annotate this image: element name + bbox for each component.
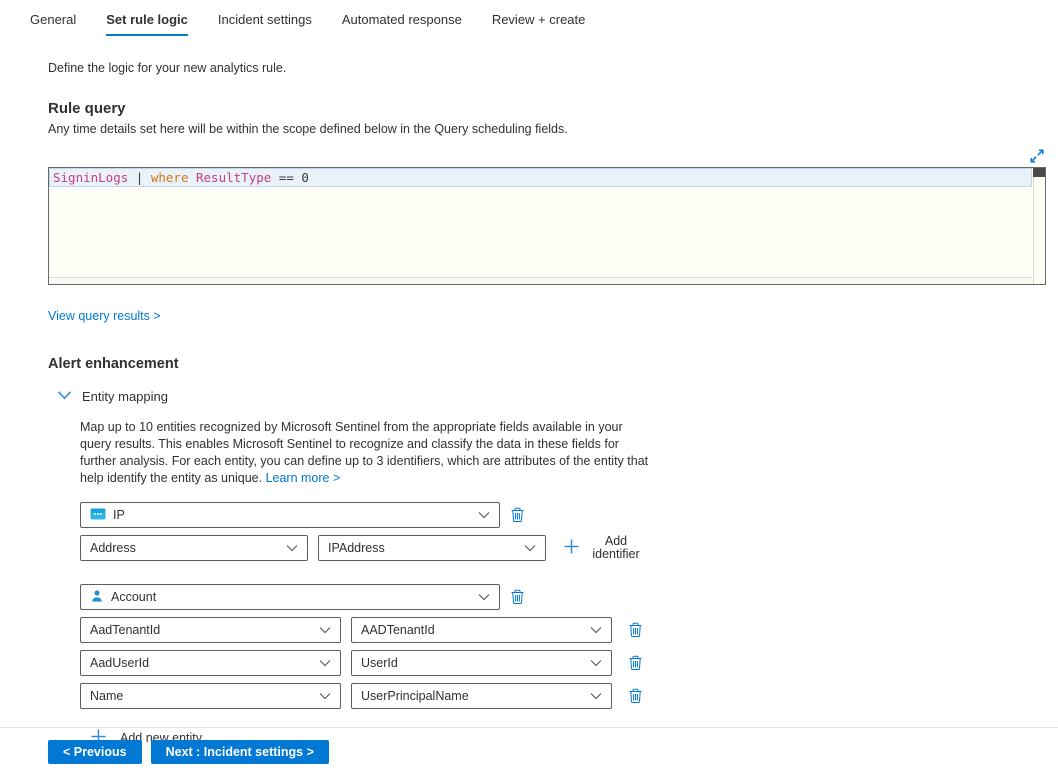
code-token-column: ResultType bbox=[188, 170, 278, 185]
footer-divider bbox=[0, 727, 1058, 728]
code-token-keyword: where bbox=[151, 170, 189, 185]
editor-scrollbar-thumb[interactable] bbox=[1033, 168, 1045, 177]
next-button[interactable]: Next : Incident settings > bbox=[151, 740, 329, 764]
delete-entity-button[interactable] bbox=[508, 506, 526, 524]
identifier-row: Name UserPrincipalName bbox=[80, 683, 1058, 709]
chevron-down-icon bbox=[524, 541, 536, 555]
identifier-column-value: IPAddress bbox=[328, 541, 385, 555]
code-token-operator: == bbox=[279, 170, 294, 185]
view-query-results-link[interactable]: View query results > bbox=[48, 309, 161, 323]
wizard-tabbar: General Set rule logic Incident settings… bbox=[0, 0, 1058, 36]
entity-mapping-description-text: Map up to 10 entities recognized by Micr… bbox=[80, 420, 648, 485]
identifier-column-value: AADTenantId bbox=[361, 623, 435, 637]
entity-type-dropdown-ip[interactable]: IP bbox=[80, 502, 500, 528]
chevron-down-icon bbox=[590, 623, 602, 637]
code-token-table: SigninLogs bbox=[53, 170, 128, 185]
account-entity-icon bbox=[90, 589, 104, 606]
chevron-down-icon bbox=[319, 623, 331, 637]
expand-editor-icon[interactable] bbox=[1028, 147, 1046, 165]
identifier-field-value: AadUserId bbox=[90, 656, 149, 670]
tab-set-rule-logic[interactable]: Set rule logic bbox=[106, 12, 188, 36]
identifier-column-dropdown[interactable]: AADTenantId bbox=[351, 617, 612, 643]
entity-mapping-description: Map up to 10 entities recognized by Micr… bbox=[80, 419, 656, 487]
chevron-down-icon bbox=[478, 508, 490, 522]
tab-automated-response[interactable]: Automated response bbox=[342, 12, 462, 36]
identifier-column-dropdown[interactable]: UserPrincipalName bbox=[351, 683, 612, 709]
chevron-down-icon bbox=[590, 656, 602, 670]
identifier-column-dropdown[interactable]: UserId bbox=[351, 650, 612, 676]
tab-general[interactable]: General bbox=[30, 12, 76, 36]
tab-review-create[interactable]: Review + create bbox=[492, 12, 586, 36]
entity-type-value: IP bbox=[113, 508, 125, 522]
entity-mapping-accordion[interactable]: Entity mapping bbox=[57, 389, 168, 404]
tab-incident-settings[interactable]: Incident settings bbox=[218, 12, 312, 36]
editor-vertical-scrollbar[interactable] bbox=[1033, 168, 1045, 284]
chevron-down-icon bbox=[478, 590, 490, 604]
plus-icon bbox=[563, 538, 580, 558]
identifier-field-value: Name bbox=[90, 689, 123, 703]
identifier-row: AadUserId UserId bbox=[80, 650, 1058, 676]
identifier-column-value: UserId bbox=[361, 656, 398, 670]
delete-identifier-button[interactable] bbox=[626, 687, 644, 705]
editor-horizontal-scrollbar[interactable] bbox=[49, 277, 1032, 284]
identifier-column-dropdown[interactable]: IPAddress bbox=[318, 535, 546, 561]
wizard-footer: < Previous Next : Incident settings > bbox=[48, 740, 329, 764]
identifier-field-value: AadTenantId bbox=[90, 623, 160, 637]
query-editor[interactable]: SigninLogs | where ResultType == 0 bbox=[48, 167, 1046, 285]
code-token-pipe: | bbox=[128, 170, 151, 185]
entity-row-account: Account bbox=[80, 584, 1058, 610]
rule-query-heading: Rule query bbox=[48, 100, 1058, 117]
query-code-line: SigninLogs | where ResultType == 0 bbox=[50, 169, 1031, 186]
editor-current-line: SigninLogs | where ResultType == 0 bbox=[49, 168, 1032, 187]
identifier-field-dropdown[interactable]: AadTenantId bbox=[80, 617, 341, 643]
entity-row-ip: IP bbox=[80, 502, 1058, 528]
identifier-field-dropdown[interactable]: Name bbox=[80, 683, 341, 709]
entity-mapping-label: Entity mapping bbox=[82, 389, 168, 404]
entity-type-dropdown-account[interactable]: Account bbox=[80, 584, 500, 610]
identifier-field-dropdown[interactable]: AadUserId bbox=[80, 650, 341, 676]
rule-query-subtitle: Any time details set here will be within… bbox=[48, 122, 1058, 136]
intro-text: Define the logic for your new analytics … bbox=[48, 61, 1058, 75]
chevron-down-icon bbox=[590, 689, 602, 703]
previous-button[interactable]: < Previous bbox=[48, 740, 142, 764]
chevron-down-icon bbox=[286, 541, 298, 555]
add-identifier-label: Add identifier bbox=[588, 535, 644, 561]
ip-entity-icon bbox=[90, 508, 106, 523]
chevron-down-icon bbox=[319, 689, 331, 703]
identifier-column-value: UserPrincipalName bbox=[361, 689, 469, 703]
delete-identifier-button[interactable] bbox=[626, 621, 644, 639]
identifier-field-dropdown[interactable]: Address bbox=[80, 535, 308, 561]
entity-type-value: Account bbox=[111, 590, 156, 604]
identifier-row: AadTenantId AADTenantId bbox=[80, 617, 1058, 643]
code-token-number: 0 bbox=[294, 170, 309, 185]
identifier-row: Address IPAddress Add identifier bbox=[80, 535, 1058, 561]
delete-identifier-button[interactable] bbox=[626, 654, 644, 672]
chevron-down-icon bbox=[319, 656, 331, 670]
learn-more-link[interactable]: Learn more > bbox=[266, 471, 341, 485]
identifier-field-value: Address bbox=[90, 541, 136, 555]
alert-enhancement-heading: Alert enhancement bbox=[48, 356, 1058, 372]
add-identifier-button[interactable]: Add identifier bbox=[563, 535, 644, 561]
delete-entity-button[interactable] bbox=[508, 588, 526, 606]
chevron-down-icon bbox=[57, 389, 72, 404]
